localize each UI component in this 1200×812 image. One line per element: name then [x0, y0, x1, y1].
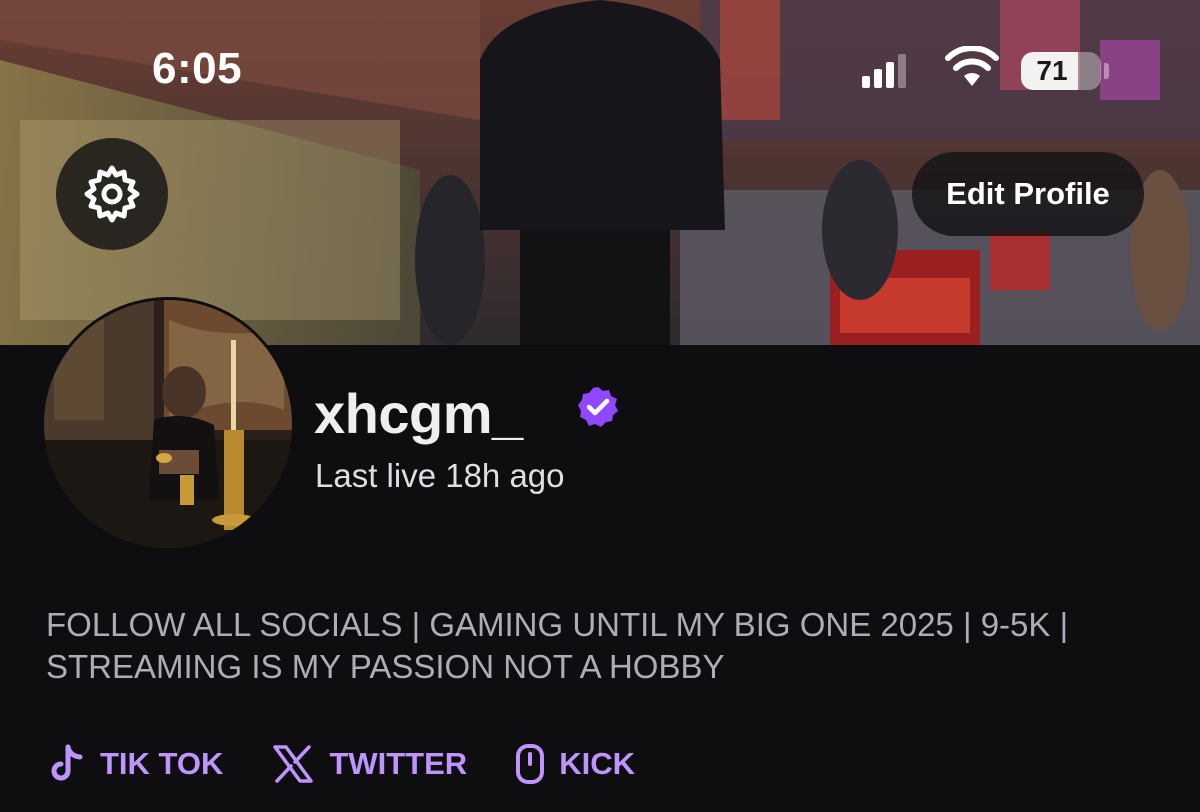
battery-level: 71: [1036, 55, 1068, 86]
status-time: 6:05: [152, 44, 243, 93]
social-link-twitter[interactable]: TWITTER: [271, 744, 467, 784]
social-link-tiktok[interactable]: TIK TOK: [48, 744, 223, 784]
social-label-twitter: TWITTER: [329, 746, 468, 781]
wifi-icon: [945, 46, 999, 86]
verified-badge-icon: [578, 387, 618, 427]
status-bar: 6:05 71: [0, 0, 1200, 110]
edit-profile-button[interactable]: Edit Profile: [912, 152, 1144, 236]
gear-icon: [84, 165, 140, 223]
avatar[interactable]: [44, 300, 292, 548]
social-links: TIK TOK TWITTER KICK: [48, 736, 683, 792]
kick-icon: [515, 743, 545, 785]
settings-button[interactable]: [56, 138, 168, 250]
x-icon: [271, 744, 315, 784]
battery-indicator: 71: [1021, 52, 1101, 90]
username: xhcgm_: [314, 382, 523, 445]
last-live-status: Last live 18h ago: [315, 457, 565, 494]
profile-bio: FOLLOW ALL SOCIALS | GAMING UNTIL MY BIG…: [46, 606, 1069, 685]
social-link-kick[interactable]: KICK: [515, 743, 635, 785]
battery-cap: [1104, 63, 1109, 79]
social-label-kick: KICK: [559, 746, 635, 781]
cellular-signal-icon: [862, 54, 906, 88]
social-label-tiktok: TIK TOK: [100, 746, 224, 781]
tiktok-icon: [48, 744, 86, 784]
avatar-image: [44, 300, 292, 548]
